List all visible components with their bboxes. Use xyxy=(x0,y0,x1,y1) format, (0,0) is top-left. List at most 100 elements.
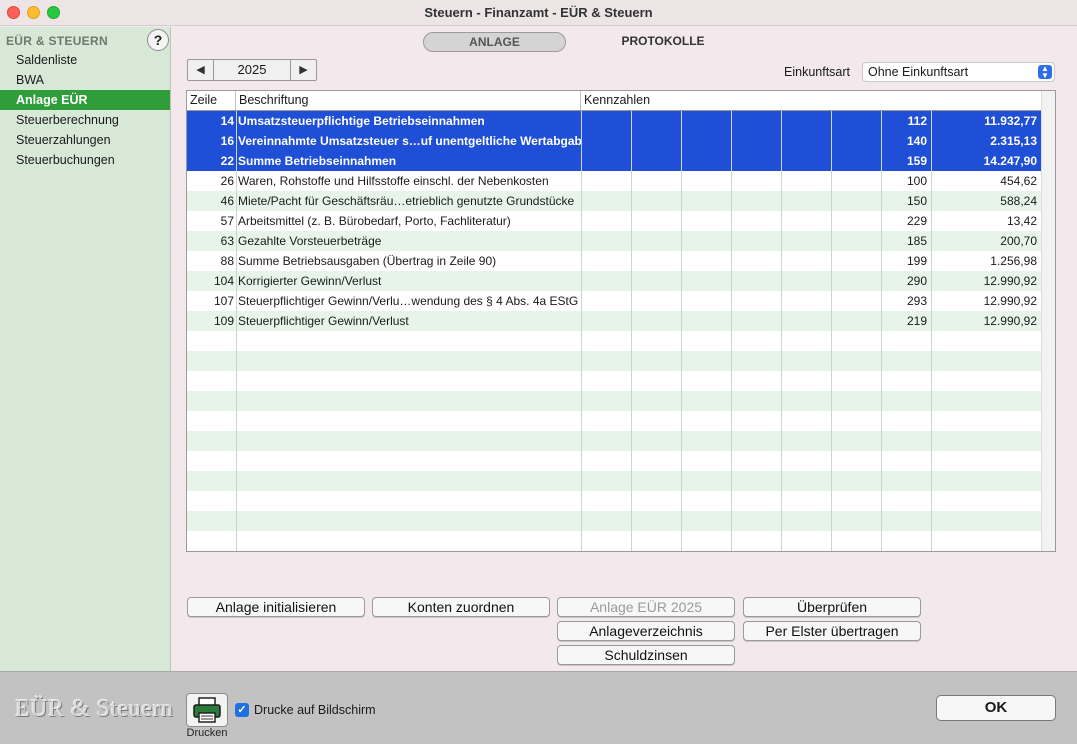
table-row[interactable]: 109 Steuerpflichtiger Gewinn/Verlust 219 12… xyxy=(187,311,1055,331)
table-row[interactable]: 88 Summe Betriebsausgaben (Übertrag in Ze… xyxy=(187,251,1055,271)
column-divider xyxy=(831,111,832,551)
anlageverzeichnis-button[interactable]: Anlageverzeichnis xyxy=(557,621,735,641)
table-row[interactable]: 46 Miete/Pacht für Geschäftsräu…etrieblic… xyxy=(187,191,1055,211)
print-button[interactable] xyxy=(186,693,228,727)
table-row[interactable]: 14 Umsatzsteuerpflichtige Betriebseinnahm… xyxy=(187,111,1055,131)
row-zeile: 63 xyxy=(220,234,234,248)
row-betrag: 200,70 xyxy=(1000,234,1037,248)
table-row[interactable] xyxy=(187,531,1055,551)
row-beschriftung: Summe Betriebsausgaben (Übertrag in Zeil… xyxy=(238,254,497,268)
print-button-label: Drucken xyxy=(186,727,228,739)
table-row[interactable]: 107 Steuerpflichtiger Gewinn/Verlu…wendun… xyxy=(187,291,1055,311)
per-elster-uebertragen-button[interactable]: Per Elster übertragen xyxy=(743,621,921,641)
row-beschriftung: Waren, Rohstoffe und Hilfsstoffe einschl… xyxy=(238,174,549,188)
row-kennzahl: 140 xyxy=(906,134,927,148)
table-body: 14 Umsatzsteuerpflichtige Betriebseinnahm… xyxy=(187,111,1055,551)
schuldzinsen-button[interactable]: Schuldzinsen xyxy=(557,645,735,665)
row-betrag: 12.990,92 xyxy=(983,294,1037,308)
column-header-kennzahlen[interactable]: Kennzahlen xyxy=(581,91,1041,110)
row-zeile: 26 xyxy=(220,174,234,188)
row-beschriftung: Arbeitsmittel (z. B. Bürobedarf, Porto, … xyxy=(238,214,511,228)
table-row[interactable] xyxy=(187,371,1055,391)
table-row[interactable] xyxy=(187,391,1055,411)
row-zeile: 16 xyxy=(220,134,234,148)
column-divider xyxy=(931,111,932,551)
row-beschriftung: Korrigierter Gewinn/Verlust xyxy=(238,274,382,288)
print-to-screen-label: Drucke auf Bildschirm xyxy=(254,703,376,717)
sidebar-item-steuerbuchungen[interactable]: Steuerbuchungen xyxy=(0,150,170,170)
year-stepper: ◀ 2025 ▶ xyxy=(187,59,317,81)
column-header-beschriftung[interactable]: Beschriftung xyxy=(236,91,581,110)
app-logo: EÜR & Steuern xyxy=(15,696,174,722)
row-kennzahl: 199 xyxy=(906,254,927,268)
table-row[interactable] xyxy=(187,411,1055,431)
help-button[interactable]: ? xyxy=(147,29,169,51)
row-zeile: 107 xyxy=(213,294,234,308)
anlage-eur-2025-button[interactable]: Anlage EÜR 2025 xyxy=(557,597,735,617)
table-row[interactable] xyxy=(187,351,1055,371)
row-beschriftung: Vereinnahmte Umsatzsteuer s…uf unentgelt… xyxy=(238,134,582,148)
next-year-icon[interactable]: ▶ xyxy=(290,60,316,80)
table-row[interactable] xyxy=(187,431,1055,451)
row-kennzahl: 150 xyxy=(906,194,927,208)
table-row[interactable] xyxy=(187,471,1055,491)
row-kennzahl: 185 xyxy=(906,234,927,248)
sidebar-item-anlage-eur[interactable]: Anlage EÜR xyxy=(0,90,170,110)
table-row[interactable] xyxy=(187,331,1055,351)
footer-bar: EÜR & Steuern Drucken ✓ Drucke auf Bilds… xyxy=(0,671,1077,744)
row-zeile: 88 xyxy=(220,254,234,268)
row-betrag: 11.932,77 xyxy=(984,114,1037,128)
row-betrag: 13,42 xyxy=(1006,214,1037,228)
column-divider xyxy=(581,111,582,551)
row-betrag: 454,62 xyxy=(1000,174,1037,188)
einkunftsart-select[interactable]: Ohne Einkunftsart ▲ ▼ xyxy=(862,62,1055,82)
einkunftsart-value: Ohne Einkunftsart xyxy=(868,65,969,79)
print-to-screen-checkbox[interactable]: ✓ xyxy=(235,703,249,717)
row-zeile: 104 xyxy=(213,274,234,288)
table-row[interactable]: 57 Arbeitsmittel (z. B. Bürobedarf, Porto… xyxy=(187,211,1055,231)
column-header-zeile[interactable]: Zeile xyxy=(187,91,236,110)
sidebar: EÜR & STEUERN ? Saldenliste BWA Anlage E… xyxy=(0,27,171,671)
title-bar: Steuern - Finanzamt - EÜR & Steuern xyxy=(0,0,1077,26)
column-divider xyxy=(731,111,732,551)
row-betrag: 12.990,92 xyxy=(983,274,1037,288)
sidebar-item-steuerzahlungen[interactable]: Steuerzahlungen xyxy=(0,130,170,150)
row-beschriftung: Miete/Pacht für Geschäftsräu…etrieblich … xyxy=(238,194,575,208)
table-row[interactable]: 26 Waren, Rohstoffe und Hilfsstoffe einsc… xyxy=(187,171,1055,191)
sidebar-item-saldenliste[interactable]: Saldenliste xyxy=(0,50,170,70)
table-row[interactable]: 63 Gezahlte Vorsteuerbeträge 185 200,70 xyxy=(187,231,1055,251)
year-value: 2025 xyxy=(237,62,267,77)
einkunftsart-label: Einkunftsart xyxy=(784,65,851,79)
previous-year-icon[interactable]: ◀ xyxy=(188,60,214,80)
row-beschriftung: Umsatzsteuerpflichtige Betriebseinnahmen xyxy=(238,114,485,128)
ok-button[interactable]: OK xyxy=(936,695,1056,721)
chevron-up-down-icon: ▲ ▼ xyxy=(1038,65,1052,80)
row-betrag: 1.256,98 xyxy=(990,254,1037,268)
table-row[interactable]: 16 Vereinnahmte Umsatzsteuer s…uf unentge… xyxy=(187,131,1055,151)
row-kennzahl: 219 xyxy=(906,314,927,328)
row-zeile: 46 xyxy=(220,194,234,208)
ueberpruefen-button[interactable]: Überprüfen xyxy=(743,597,921,617)
tab-anlage[interactable]: ANLAGE xyxy=(423,32,566,52)
tab-protokolle[interactable]: PROTOKOLLE xyxy=(593,32,733,52)
sidebar-item-bwa[interactable]: BWA xyxy=(0,70,170,90)
column-divider xyxy=(236,111,237,551)
table-row[interactable] xyxy=(187,451,1055,471)
anlage-table[interactable]: Zeile Beschriftung Kennzahlen 14 Umsatzst… xyxy=(186,90,1056,552)
anlage-initialisieren-button[interactable]: Anlage initialisieren xyxy=(187,597,365,617)
table-row[interactable]: 104 Korrigierter Gewinn/Verlust 290 12.990,… xyxy=(187,271,1055,291)
row-beschriftung: Steuerpflichtiger Gewinn/Verlust xyxy=(238,314,409,328)
column-divider xyxy=(681,111,682,551)
column-divider xyxy=(781,111,782,551)
sidebar-item-steuerberechnung[interactable]: Steuerberechnung xyxy=(0,110,170,130)
table-row[interactable] xyxy=(187,491,1055,511)
row-beschriftung: Gezahlte Vorsteuerbeträge xyxy=(238,234,382,248)
table-row[interactable]: 22 Summe Betriebseinnahmen 159 14.247,90 xyxy=(187,151,1055,171)
row-kennzahl: 290 xyxy=(906,274,927,288)
row-betrag: 2.315,13 xyxy=(990,134,1037,148)
table-header: Zeile Beschriftung Kennzahlen xyxy=(187,91,1055,111)
table-scrollbar[interactable] xyxy=(1041,91,1055,551)
konten-zuordnen-button[interactable]: Konten zuordnen xyxy=(372,597,550,617)
row-zeile: 22 xyxy=(220,154,234,168)
table-row[interactable] xyxy=(187,511,1055,531)
